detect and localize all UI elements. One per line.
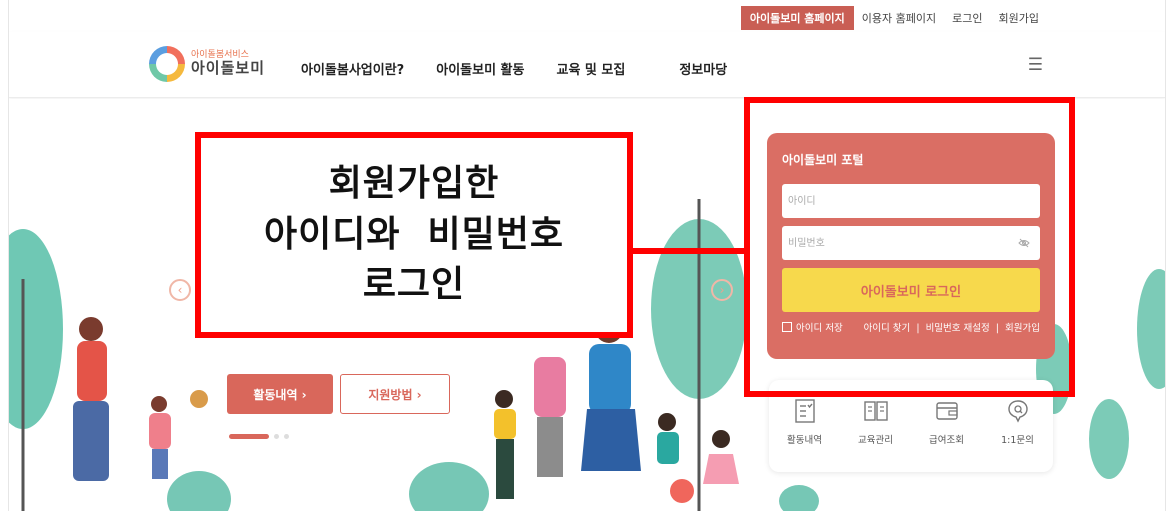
nav-item-activity[interactable]: 아이돌보미 활동 [436,59,524,78]
book-icon [863,401,888,421]
quick-label: 급여조회 [929,435,964,446]
mother2-skirt [581,409,641,471]
utility-user-home-link[interactable]: 이용자 홈페이지 [854,10,944,26]
ball [670,479,694,503]
woman-top [534,357,566,417]
pager-dot[interactable] [284,434,289,439]
next-slide-arrow-icon[interactable]: › [711,279,733,301]
annotation-connector [633,248,745,254]
prev-slide-arrow-icon[interactable]: ‹ [169,279,191,301]
teddy-bear [190,390,208,408]
annotation-line-3: 로그인 [362,264,466,306]
mother-body [77,341,107,401]
bush-left [167,471,231,511]
nav-item-education[interactable]: 교육 및 모집 [556,59,625,78]
boy-legs [496,439,514,499]
support-method-button[interactable]: 지원방법 › [340,374,450,414]
quick-item-salary[interactable]: 급여조회 [917,398,977,472]
utility-sitter-home-link[interactable]: 아이돌보미 홈페이지 [740,6,854,30]
annotation-line-2: 아이디와 비밀번호 [263,213,565,255]
mother-legs [73,401,109,481]
kid-head [658,413,676,431]
small-girl-dress [703,454,739,484]
quick-label: 교육관리 [858,435,893,446]
boy-body [494,409,516,439]
nav-item-info[interactable]: 정보마당 [679,59,727,78]
quick-label: 1:1문의 [1001,435,1034,446]
pager-dot[interactable] [274,434,279,439]
checklist-icon [794,399,815,423]
girl-legs [152,449,168,479]
nav-item-about[interactable]: 아이돌봄사업이란? [301,59,404,78]
annotation-highlight-frame [744,97,1075,397]
kid-body [657,432,679,464]
mother-head [79,317,103,341]
main-nav: 아이돌봄사업이란? 아이돌보미 활동 교육 및 모집 정보마당 [301,59,759,78]
utility-login-link[interactable]: 로그인 [944,10,990,26]
utility-bar: 아이돌보미 홈페이지 이용자 홈페이지 로그인 회원가입 [740,6,1047,30]
quick-item-inquiry[interactable]: 1:1문의 [988,398,1048,472]
wallet-icon [935,402,958,420]
logo-title: 아이돌보미 [191,58,266,77]
annotation-line-1: 회원가입한 [328,163,500,205]
mother2-top [589,344,631,414]
boy-head [495,390,513,408]
girl-head [151,396,167,412]
hamburger-icon[interactable]: ☰ [1028,55,1043,75]
tree-left [9,229,63,429]
quick-label: 활동내역 [787,435,822,446]
inquiry-icon [1007,400,1028,423]
bush-center [409,462,489,511]
logo-text: 아이돌봄서비스 아이돌보미 [191,50,266,77]
activity-history-button[interactable]: 활동내역 › [227,374,333,414]
quick-item-education[interactable]: 교육관리 [846,398,906,472]
tree-right-2 [1089,399,1129,479]
annotation-callout: 회원가입한 아이디와 비밀번호 로그인 [195,132,633,338]
pager-active-bar[interactable] [229,434,269,439]
girl-body [149,413,171,449]
page-frame: 아이돌보미 홈페이지 이용자 홈페이지 로그인 회원가입 아이돌봄서비스 아이돌… [8,0,1166,511]
site-header: 아이돌봄서비스 아이돌보미 아이돌봄사업이란? 아이돌보미 활동 교육 및 모집… [9,32,1165,98]
slide-pager[interactable] [229,434,289,439]
logo-mark-icon [149,46,185,82]
tree-right-3 [1137,269,1165,389]
utility-join-link[interactable]: 회원가입 [991,10,1047,26]
quick-item-activity[interactable]: 활동내역 [775,398,835,472]
site-logo[interactable]: 아이돌봄서비스 아이돌보미 [149,46,265,82]
bush-right [779,485,819,511]
woman-legs [537,417,563,477]
small-girl-head [712,430,730,448]
